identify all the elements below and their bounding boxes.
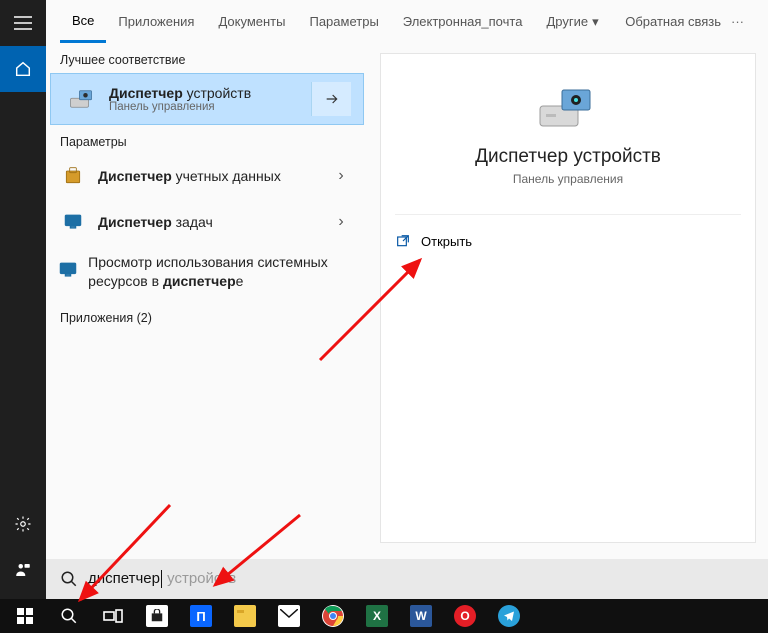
ellipsis-icon[interactable]: ··· (721, 14, 754, 29)
feedback-person-icon[interactable] (0, 547, 46, 593)
result-resource-monitor[interactable]: Просмотр использования системных ресурсо… (46, 245, 368, 299)
preview-card: Диспетчер устройств Панель управления От… (380, 53, 756, 543)
result-task-manager[interactable]: Диспетчер задач › (46, 199, 368, 245)
monitor-icon (58, 255, 78, 285)
search-ghost-text: устройств (163, 570, 236, 587)
result-title: Диспетчер задач (98, 214, 213, 230)
chevron-right-icon: › (326, 213, 356, 231)
preview-title: Диспетчер устройств (475, 146, 661, 168)
taskbar-explorer-icon[interactable] (224, 599, 266, 633)
taskbar-store-icon[interactable] (136, 599, 178, 633)
hamburger-icon[interactable] (0, 0, 46, 46)
taskbar-word-icon[interactable]: W (400, 599, 442, 633)
taskbar-chrome-icon[interactable] (312, 599, 354, 633)
taskbar-opera-icon[interactable]: O (444, 599, 486, 633)
search-panel: Все Приложения Документы Параметры Элект… (46, 0, 768, 599)
feedback-link[interactable]: Обратная связь (625, 14, 721, 29)
result-title: Просмотр использования системных ресурсо… (88, 253, 356, 291)
settings-group-header: Параметры (46, 125, 368, 153)
apps-group-header: Приложения (2) (46, 299, 368, 329)
tab-all[interactable]: Все (60, 0, 106, 43)
taskbar-excel-icon[interactable]: X (356, 599, 398, 633)
tab-more-label: Другие (546, 14, 588, 29)
gear-icon[interactable] (0, 501, 46, 547)
best-match-title: Диспетчер устройств (109, 85, 251, 101)
search-typed-text: диспетчер (88, 570, 160, 587)
preview-column: Диспетчер устройств Панель управления От… (368, 43, 768, 559)
text-caret (161, 570, 162, 588)
preview-subtitle: Панель управления (513, 172, 623, 186)
home-icon[interactable] (0, 46, 46, 92)
best-match-header: Лучшее соответствие (46, 43, 368, 73)
divider (395, 214, 741, 215)
search-box[interactable]: диспетчер устройств (46, 559, 768, 599)
search-icon (60, 570, 78, 588)
open-label: Открыть (421, 234, 472, 249)
results-column: Лучшее соответствие Диспетчер устройств … (46, 43, 368, 559)
tab-email[interactable]: Электронная_почта (391, 0, 535, 43)
monitor-icon (58, 207, 88, 237)
best-match-result[interactable]: Диспетчер устройств Панель управления (50, 73, 364, 125)
cortana-sidebar (0, 0, 46, 599)
task-view-icon[interactable] (92, 599, 134, 633)
open-icon (395, 233, 411, 249)
arrow-right-icon[interactable] (311, 82, 351, 116)
open-action[interactable]: Открыть (381, 223, 755, 259)
search-filter-tabs: Все Приложения Документы Параметры Элект… (46, 0, 768, 43)
result-title: Диспетчер учетных данных (98, 168, 281, 184)
taskbar-mail-icon[interactable] (268, 599, 310, 633)
credential-icon (58, 161, 88, 191)
result-credential-manager[interactable]: Диспетчер учетных данных › (46, 153, 368, 199)
start-button[interactable] (4, 599, 46, 633)
tab-apps[interactable]: Приложения (106, 0, 206, 43)
best-match-subtitle: Панель управления (109, 101, 251, 113)
taskbar: П X W O (0, 599, 768, 633)
chevron-down-icon: ▾ (592, 14, 599, 30)
tab-more[interactable]: Другие ▾ (534, 0, 610, 43)
taskbar-app-blue-icon[interactable]: П (180, 599, 222, 633)
taskbar-telegram-icon[interactable] (488, 599, 530, 633)
taskbar-search-icon[interactable] (48, 599, 90, 633)
tab-documents[interactable]: Документы (206, 0, 297, 43)
chevron-right-icon: › (326, 167, 356, 185)
tab-settings[interactable]: Параметры (297, 0, 390, 43)
device-manager-icon (536, 84, 600, 132)
device-manager-icon (69, 84, 99, 114)
